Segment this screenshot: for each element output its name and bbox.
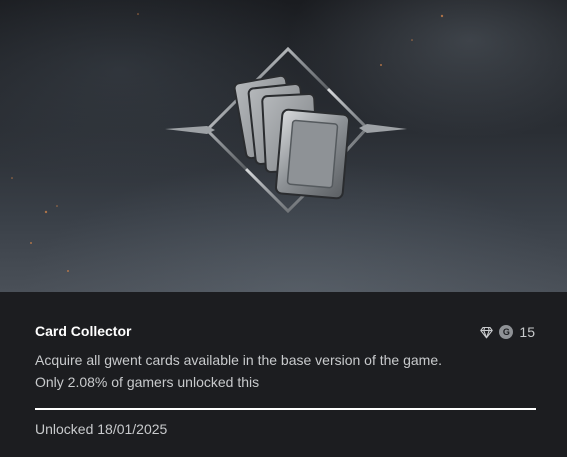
rarity-text: Only 2.08% of gamers unlocked this (35, 374, 260, 390)
gamerscore-group: G 15 (480, 324, 535, 340)
card-stack-emblem-icon (11, 13, 444, 272)
achievement-artwork (0, 0, 567, 292)
progress-bar (35, 408, 536, 410)
progress-bar-fill (35, 408, 536, 410)
unlocked-date: Unlocked 18/01/2025 (35, 421, 168, 437)
gamerscore-icon: G (499, 325, 514, 339)
achievement-description: Acquire all gwent cards available in the… (35, 352, 443, 368)
diamond-icon (480, 326, 494, 338)
achievement-details: Card Collector G 15 Acquire all gwent ca… (0, 292, 567, 457)
gamerscore-value: 15 (519, 324, 535, 340)
achievement-description-block: Acquire all gwent cards available in the… (35, 349, 535, 393)
achievement-title: Card Collector (35, 323, 132, 339)
achievement-card: Card Collector G 15 Acquire all gwent ca… (0, 0, 567, 457)
